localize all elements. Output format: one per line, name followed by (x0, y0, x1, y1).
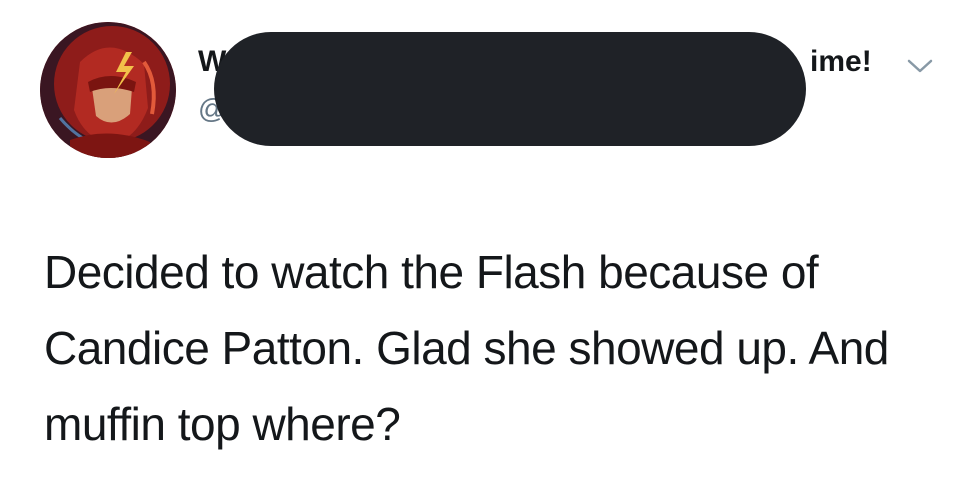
tweet-card: W ime! @ Decided to watch the Flash beca… (0, 0, 980, 494)
display-name-end: ime! (810, 45, 872, 78)
redaction-bar (214, 32, 806, 146)
avatar[interactable] (40, 22, 176, 158)
avatar-image (40, 22, 176, 158)
chevron-down-icon[interactable] (906, 56, 934, 76)
tweet-text: Decided to watch the Flash because of Ca… (44, 246, 889, 450)
